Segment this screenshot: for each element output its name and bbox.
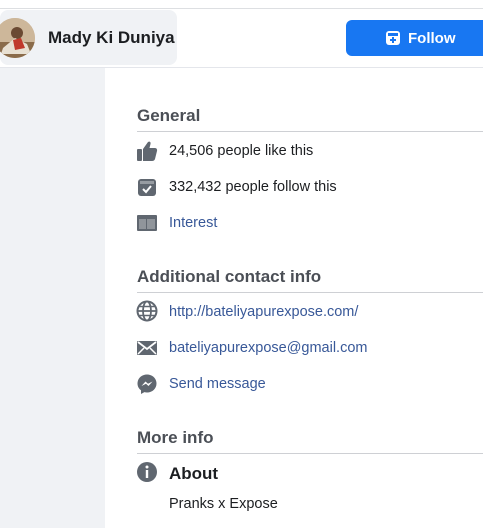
- envelope-icon: [137, 341, 157, 355]
- top-divider: [0, 8, 483, 9]
- more-info-divider: [137, 453, 483, 454]
- profile-photo-icon: [0, 18, 35, 58]
- website-link[interactable]: http://bateliyapurexpose.com/: [169, 304, 358, 320]
- category-folder-icon: [137, 215, 157, 231]
- thumbs-up-icon: [137, 141, 158, 161]
- general-section-title: General: [137, 106, 201, 125]
- likes-count: 24,506 people like this: [169, 143, 314, 159]
- page-header: Mady Ki Duniya Follow: [0, 0, 483, 68]
- follow-label: Follow: [408, 30, 456, 47]
- info-icon: [137, 462, 157, 482]
- left-panel: [0, 68, 105, 528]
- globe-icon: [136, 300, 158, 322]
- follow-icon: [386, 31, 400, 45]
- followers-count: 332,432 people follow this: [169, 179, 337, 195]
- messenger-icon: [137, 374, 157, 394]
- page-name[interactable]: Mady Ki Duniya: [48, 28, 175, 48]
- contact-section-title: Additional contact info: [137, 267, 322, 286]
- follow-check-icon: [138, 179, 156, 196]
- category-link[interactable]: Interest: [169, 215, 217, 231]
- about-text: Pranks x Expose: [169, 496, 278, 512]
- page-profile-chip[interactable]: Mady Ki Duniya: [0, 10, 177, 65]
- page-avatar[interactable]: [0, 18, 35, 58]
- email-link[interactable]: bateliyapurexpose@gmail.com: [169, 340, 367, 356]
- contact-divider: [137, 292, 483, 293]
- follow-button[interactable]: Follow: [346, 20, 483, 56]
- about-title: About: [169, 464, 219, 483]
- general-divider: [137, 131, 483, 132]
- send-message-link[interactable]: Send message: [169, 376, 266, 392]
- more-info-section-title: More info: [137, 428, 214, 447]
